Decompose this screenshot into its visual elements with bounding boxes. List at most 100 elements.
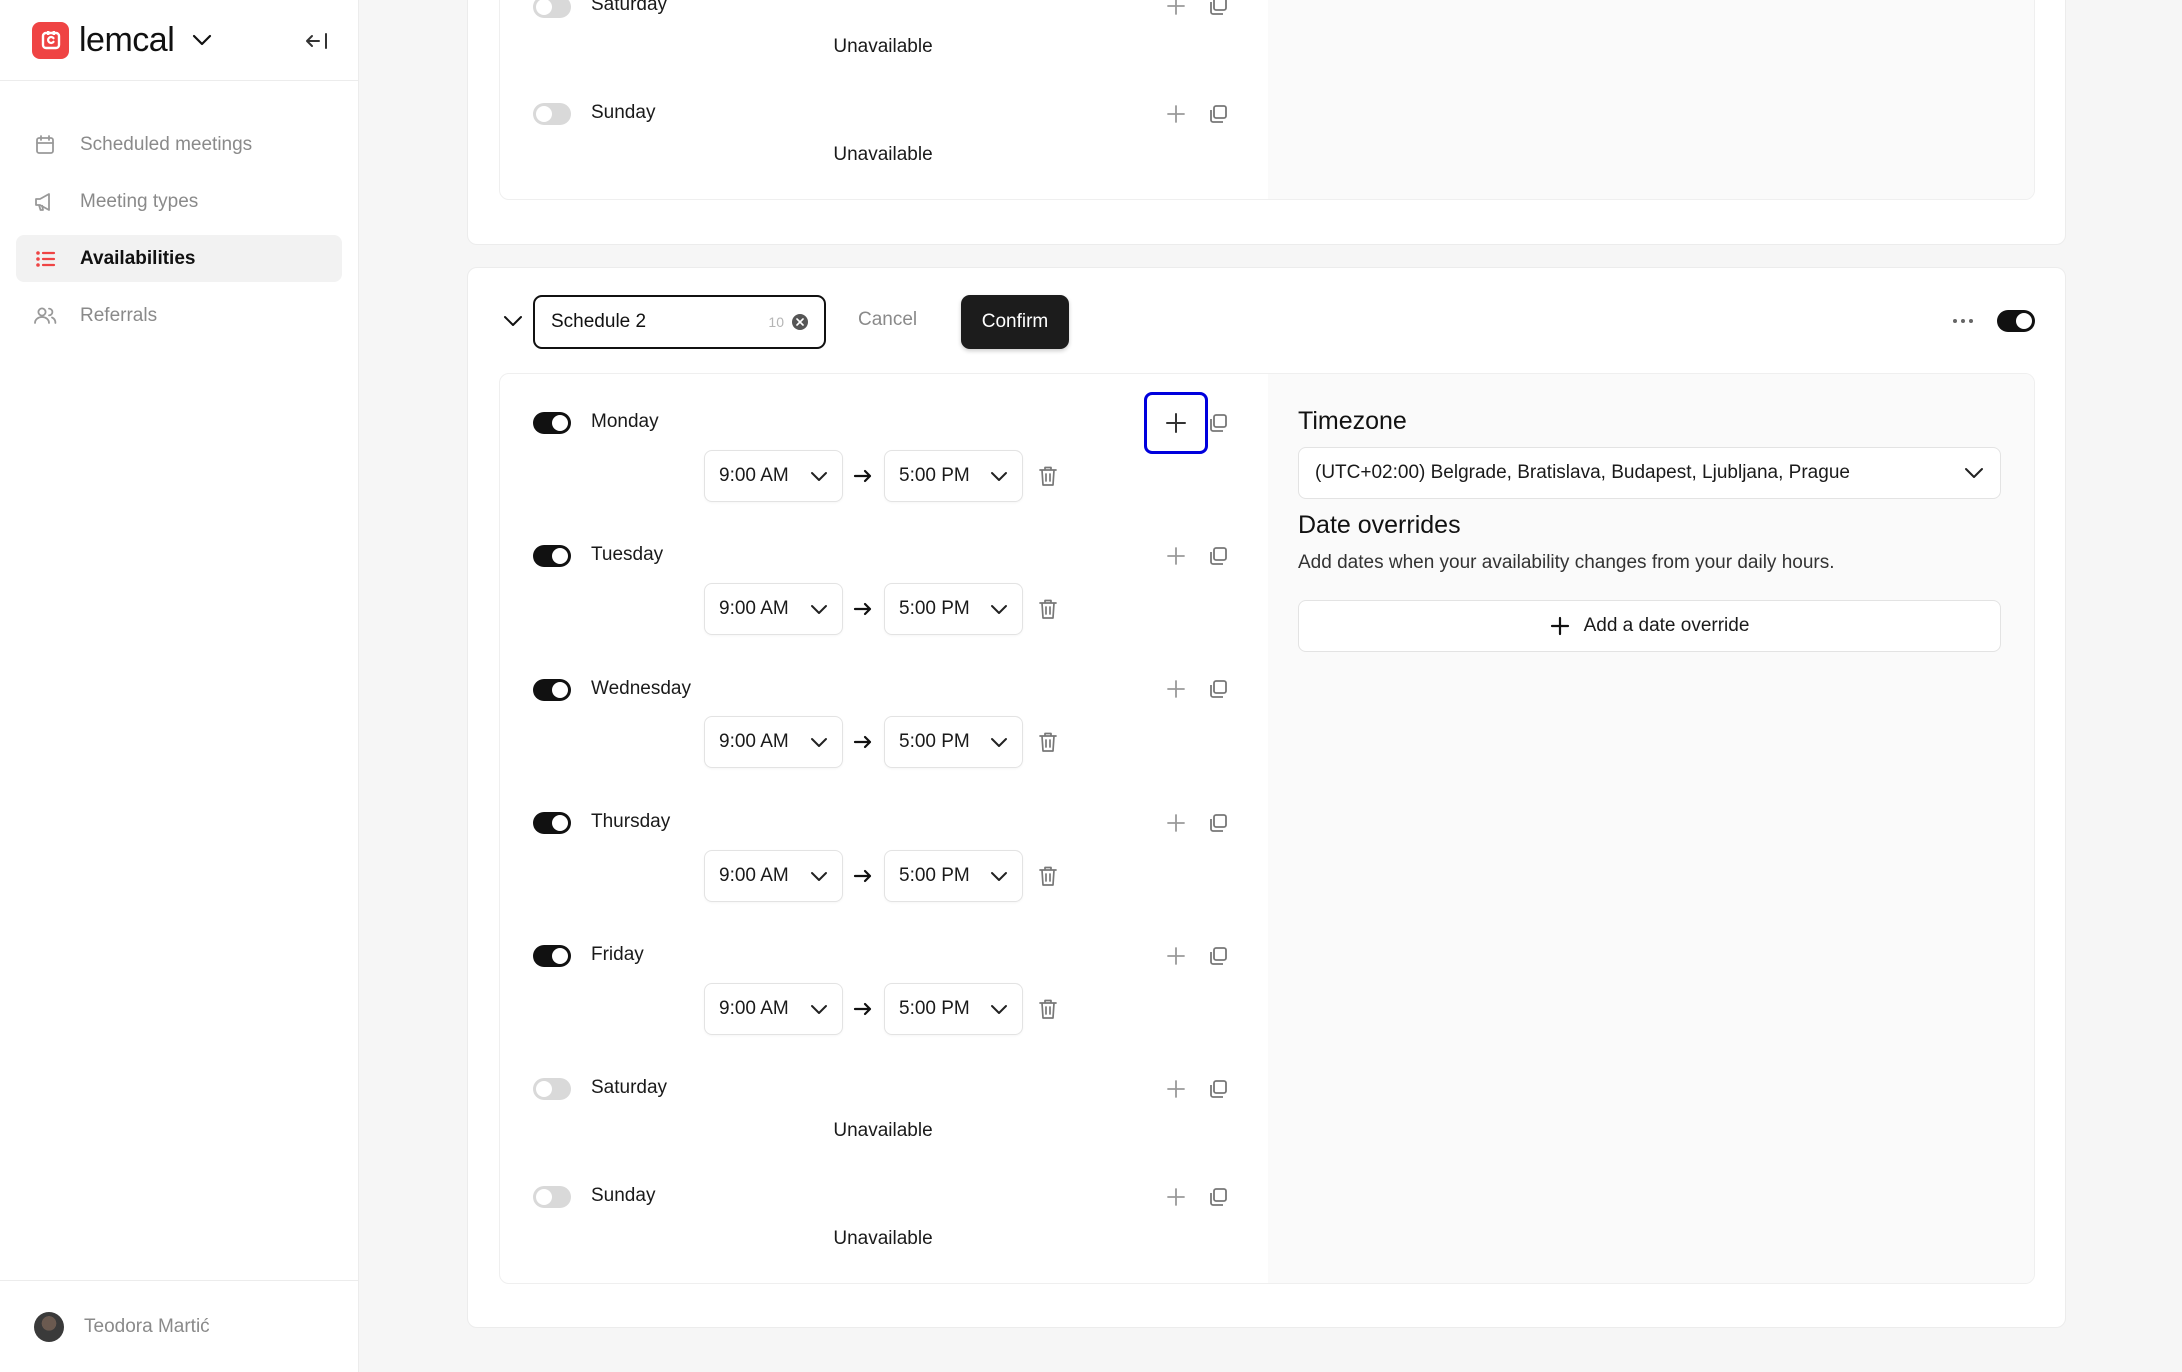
start-time-value: 9:00 AM	[719, 998, 789, 1019]
day-label-wednesday: Wednesday	[591, 678, 691, 699]
start-time-select[interactable]: 9:00 AM	[704, 850, 843, 902]
end-time-select[interactable]: 5:00 PM	[884, 716, 1023, 768]
copy-times-button[interactable]	[1202, 1073, 1234, 1105]
end-time-value: 5:00 PM	[899, 865, 970, 886]
copy-icon	[1210, 947, 1227, 965]
copy-icon	[1210, 1188, 1227, 1206]
unavailable-text: Unavailable	[833, 1120, 933, 1141]
plus-icon	[1166, 413, 1186, 433]
add-time-slot-button[interactable]	[1160, 807, 1192, 839]
sidebar-item-scheduled-meetings[interactable]: Scheduled meetings	[16, 121, 342, 168]
delete-time-slot-button[interactable]	[1032, 860, 1064, 892]
plus-icon	[1167, 947, 1185, 965]
brand-header: lemcal	[0, 0, 358, 81]
end-time-select[interactable]: 5:00 PM	[884, 983, 1023, 1035]
start-time-value: 9:00 AM	[719, 731, 789, 752]
schedule-1-days-panel	[499, 0, 2035, 200]
chevron-down-icon	[991, 471, 1007, 481]
arrow-right-icon	[852, 999, 874, 1019]
delete-time-slot-button[interactable]	[1032, 726, 1064, 758]
list-icon	[32, 246, 58, 272]
timezone-select[interactable]: (UTC+02:00) Belgrade, Bratislava, Budape…	[1298, 447, 2001, 499]
schedule-name-field[interactable]	[551, 311, 751, 333]
add-time-slot-button[interactable]	[1160, 673, 1192, 705]
copy-icon	[1210, 680, 1227, 698]
copy-times-button[interactable]	[1202, 407, 1234, 439]
friday-toggle[interactable]	[533, 945, 571, 967]
day-label-thursday: Thursday	[591, 811, 671, 832]
workspace-chevron-down-icon[interactable]	[192, 34, 212, 46]
more-options-icon[interactable]	[1947, 305, 1979, 337]
add-time-slot-button[interactable]	[1160, 98, 1192, 130]
clear-input-icon[interactable]	[792, 314, 808, 330]
copy-times-button[interactable]	[1202, 807, 1234, 839]
collapse-sidebar-icon[interactable]	[302, 26, 332, 56]
copy-times-button[interactable]	[1202, 98, 1234, 130]
tuesday-toggle[interactable]	[533, 545, 571, 567]
schedule-2-enabled-toggle[interactable]	[1997, 310, 2035, 332]
lemcal-logo-icon[interactable]	[32, 21, 69, 59]
sidebar-nav: Scheduled meetings Meeting types Availab…	[0, 81, 358, 339]
chevron-down-icon	[991, 1004, 1007, 1014]
end-time-select[interactable]: 5:00 PM	[884, 583, 1023, 635]
user-profile[interactable]: Teodora Martić	[0, 1280, 359, 1372]
copy-times-button[interactable]	[1202, 540, 1234, 572]
char-count: 10	[768, 314, 784, 330]
add-time-slot-button[interactable]	[1160, 940, 1192, 972]
sidebar: lemcal Scheduled meetings Meeting types …	[0, 0, 359, 1372]
thursday-toggle[interactable]	[533, 812, 571, 834]
chevron-down-icon	[811, 471, 827, 481]
plus-icon	[1167, 1188, 1185, 1206]
delete-time-slot-button[interactable]	[1032, 593, 1064, 625]
trash-icon	[1039, 466, 1057, 486]
saturday-toggle[interactable]	[533, 1078, 571, 1100]
sidebar-item-label: Scheduled meetings	[80, 133, 253, 155]
add-time-slot-button[interactable]	[1160, 540, 1192, 572]
chevron-down-icon	[991, 737, 1007, 747]
end-time-select[interactable]: 5:00 PM	[884, 850, 1023, 902]
arrow-right-icon	[852, 599, 874, 619]
sidebar-item-meeting-types[interactable]: Meeting types	[16, 178, 342, 225]
delete-time-slot-button[interactable]	[1032, 460, 1064, 492]
copy-icon	[1210, 105, 1227, 123]
sunday-toggle[interactable]	[533, 103, 571, 125]
start-time-select[interactable]: 9:00 AM	[704, 450, 843, 502]
chevron-down-icon	[811, 871, 827, 881]
arrow-right-icon	[852, 866, 874, 886]
copy-times-button[interactable]	[1202, 940, 1234, 972]
copy-icon	[1210, 814, 1227, 832]
add-date-override-label: Add a date override	[1583, 615, 1750, 636]
brand-name: lemcal	[79, 20, 175, 59]
trash-icon	[1039, 866, 1057, 886]
start-time-select[interactable]: 9:00 AM	[704, 983, 843, 1035]
saturday-toggle[interactable]	[533, 0, 571, 18]
collapse-schedule-chevron-icon[interactable]	[497, 305, 529, 337]
monday-toggle[interactable]	[533, 412, 571, 434]
wednesday-toggle[interactable]	[533, 679, 571, 701]
schedule-2-days-panel	[499, 373, 2035, 1284]
sunday-toggle[interactable]	[533, 1186, 571, 1208]
confirm-button[interactable]: Confirm	[961, 295, 1069, 349]
start-time-select[interactable]: 9:00 AM	[704, 583, 843, 635]
add-date-override-button[interactable]: Add a date override	[1298, 600, 2001, 652]
start-time-value: 9:00 AM	[719, 465, 789, 486]
add-time-slot-button[interactable]	[1160, 0, 1192, 22]
cancel-button[interactable]: Cancel	[858, 309, 917, 331]
plus-icon	[1167, 105, 1185, 123]
sidebar-item-referrals[interactable]: Referrals	[16, 292, 342, 339]
copy-times-button[interactable]	[1202, 0, 1234, 22]
copy-times-button[interactable]	[1202, 1181, 1234, 1213]
end-time-select[interactable]: 5:00 PM	[884, 450, 1023, 502]
unavailable-text: Unavailable	[833, 1228, 933, 1249]
calendar-icon	[32, 132, 58, 158]
schedule-name-input[interactable]: 10	[533, 295, 826, 349]
plus-icon	[1167, 0, 1185, 15]
date-overrides-heading: Date overrides	[1298, 511, 1461, 539]
add-time-slot-button[interactable]	[1160, 1181, 1192, 1213]
delete-time-slot-button[interactable]	[1032, 993, 1064, 1025]
sidebar-item-availabilities[interactable]: Availabilities	[16, 235, 342, 282]
add-time-slot-button[interactable]	[1160, 1073, 1192, 1105]
copy-times-button[interactable]	[1202, 673, 1234, 705]
add-time-slot-button[interactable]	[1160, 407, 1192, 439]
start-time-select[interactable]: 9:00 AM	[704, 716, 843, 768]
